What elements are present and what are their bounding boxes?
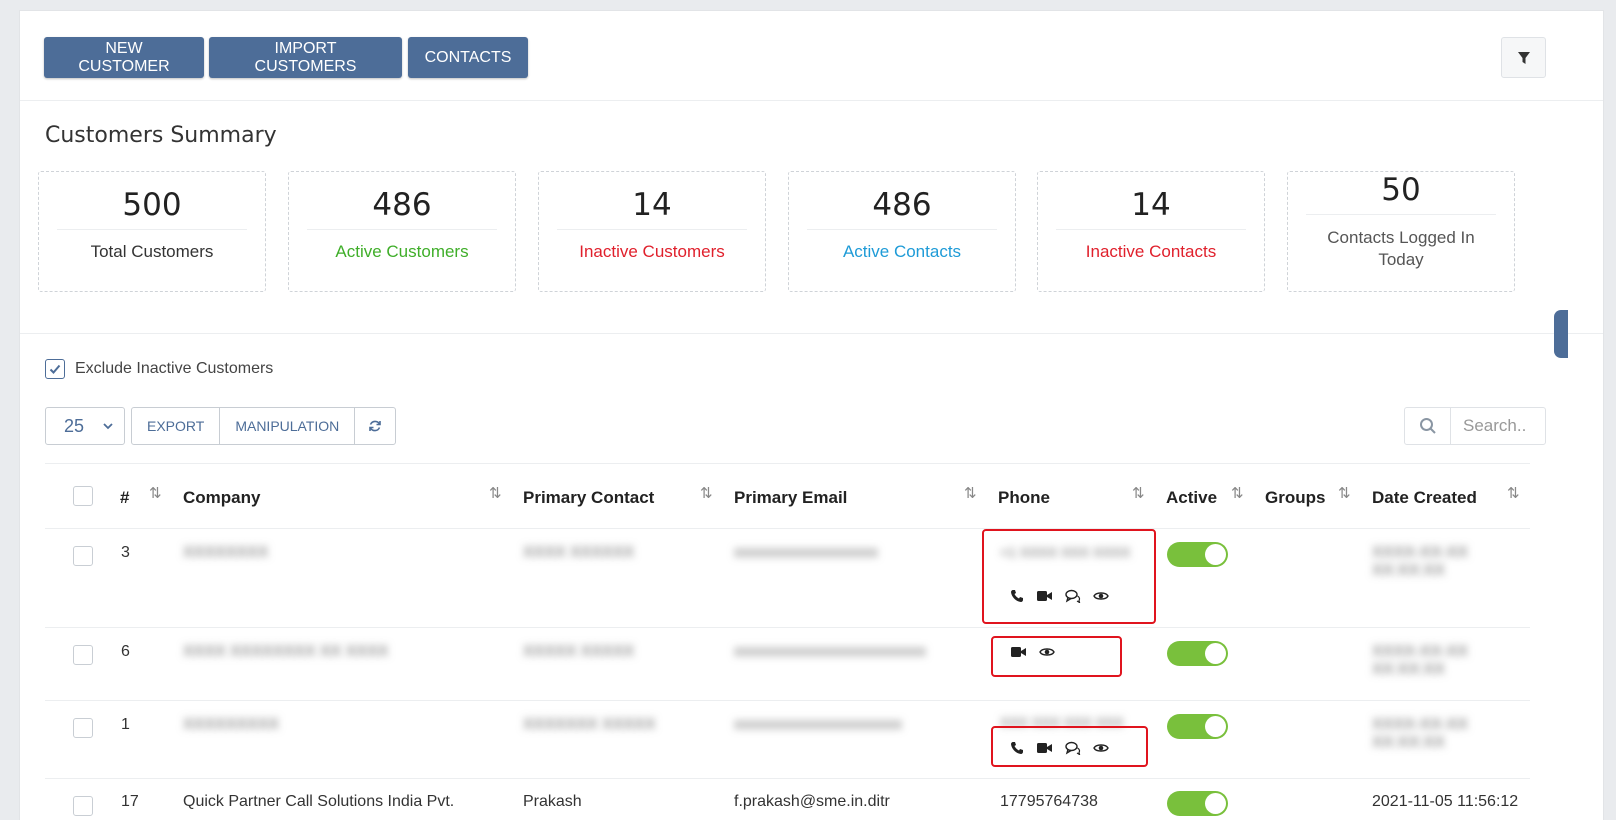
stat-value: 14 bbox=[1131, 187, 1171, 223]
column-header-groups[interactable]: Groups bbox=[1265, 488, 1325, 508]
side-panel-handle[interactable] bbox=[1554, 310, 1568, 358]
filter-icon bbox=[1517, 51, 1530, 64]
chevron-down-icon bbox=[103, 423, 113, 430]
refresh-button[interactable] bbox=[355, 408, 395, 444]
new-customer-button[interactable]: NEW CUSTOMER bbox=[44, 37, 204, 78]
search-input[interactable]: Search.. bbox=[1451, 408, 1545, 444]
filter-button[interactable] bbox=[1501, 37, 1546, 78]
primary-email[interactable]: xxxxxxxxxxxxxxxxxx bbox=[734, 544, 878, 562]
table-toolbar: 25 EXPORT MANIPULATION bbox=[45, 407, 397, 445]
row-number: 1 bbox=[121, 716, 130, 733]
customers-table: # ⇅ Company ⇅ Primary Contact ⇅ Primary … bbox=[45, 463, 1530, 820]
phone-number[interactable]: 17795764738 bbox=[1000, 793, 1098, 811]
stat-card-total-customers[interactable]: 500 Total Customers bbox=[38, 171, 266, 292]
date-created: XXXX-XX-XX XX:XX:XX bbox=[1372, 716, 1469, 751]
stat-label: Active Customers bbox=[335, 242, 469, 261]
highlight-box bbox=[991, 636, 1122, 677]
exclude-inactive-toggle[interactable]: Exclude Inactive Customers bbox=[45, 359, 273, 379]
sort-icon[interactable]: ⇅ bbox=[964, 484, 977, 502]
date-created: 2021-11-05 11:56:12 bbox=[1372, 793, 1519, 810]
stat-value: 500 bbox=[122, 187, 182, 223]
active-toggle[interactable] bbox=[1167, 641, 1228, 666]
stat-card-inactive-contacts[interactable]: 14 Inactive Contacts bbox=[1037, 171, 1265, 292]
table-row[interactable]: 1 XXXXXXXXX XXXXXXX XXXXX xxxxxxxxxxxxxx… bbox=[45, 701, 1530, 779]
checkmark-icon bbox=[49, 364, 61, 374]
manipulation-button[interactable]: MANIPULATION bbox=[220, 408, 356, 444]
active-toggle[interactable] bbox=[1167, 714, 1228, 739]
sort-icon[interactable]: ⇅ bbox=[1507, 484, 1520, 502]
primary-contact[interactable]: XXXX XXXXXX bbox=[523, 544, 634, 562]
table-header: # ⇅ Company ⇅ Primary Contact ⇅ Primary … bbox=[45, 463, 1530, 529]
exclude-inactive-label: Exclude Inactive Customers bbox=[75, 360, 274, 377]
primary-email[interactable]: xxxxxxxxxxxxxxxxxxxxxxxx bbox=[734, 643, 926, 661]
export-button[interactable]: EXPORT bbox=[132, 408, 221, 444]
table-row[interactable]: 17 Quick Partner Call Solutions India Pv… bbox=[45, 779, 1530, 820]
search-button[interactable] bbox=[1405, 408, 1451, 444]
date-created: XXXX-XX-XX XX:XX:XX bbox=[1372, 643, 1469, 678]
export-button-group: EXPORT MANIPULATION bbox=[131, 407, 397, 445]
highlight-box bbox=[991, 726, 1148, 767]
company-name[interactable]: XXXX XXXXXXXX XX XXXX bbox=[183, 643, 388, 661]
sort-icon[interactable]: ⇅ bbox=[149, 484, 162, 502]
select-all-checkbox[interactable] bbox=[73, 486, 93, 506]
table-row[interactable]: 6 XXXX XXXXXXXX XX XXXX XXXXX XXXXX xxxx… bbox=[45, 628, 1530, 701]
row-number: 17 bbox=[121, 793, 139, 810]
customers-panel: NEW CUSTOMER IMPORT CUSTOMERS CONTACTS C… bbox=[19, 10, 1604, 820]
sort-icon[interactable]: ⇅ bbox=[489, 484, 502, 502]
row-checkbox[interactable] bbox=[73, 718, 93, 738]
column-header-company[interactable]: Company bbox=[183, 488, 260, 508]
company-name[interactable]: XXXXXXXXX bbox=[183, 716, 279, 734]
column-header-phone[interactable]: Phone bbox=[998, 488, 1050, 508]
row-checkbox[interactable] bbox=[73, 645, 93, 665]
column-header-num[interactable]: # bbox=[120, 488, 129, 508]
primary-email[interactable]: f.prakash@sme.in.ditr bbox=[734, 793, 890, 811]
column-header-date-created[interactable]: Date Created bbox=[1372, 488, 1477, 508]
highlight-box bbox=[982, 529, 1156, 624]
active-toggle[interactable] bbox=[1167, 791, 1228, 816]
primary-email[interactable]: xxxxxxxxxxxxxxxxxxxxx bbox=[734, 716, 902, 734]
row-checkbox[interactable] bbox=[73, 796, 93, 816]
page-title: Customers Summary bbox=[45, 123, 277, 148]
column-header-primary-contact[interactable]: Primary Contact bbox=[523, 488, 654, 508]
search-icon bbox=[1419, 418, 1436, 434]
contacts-button[interactable]: CONTACTS bbox=[408, 37, 528, 78]
import-customers-button[interactable]: IMPORT CUSTOMERS bbox=[209, 37, 402, 78]
primary-contact[interactable]: Prakash bbox=[523, 793, 582, 811]
sort-icon[interactable]: ⇅ bbox=[700, 484, 713, 502]
stat-value: 486 bbox=[372, 187, 432, 223]
row-checkbox[interactable] bbox=[73, 546, 93, 566]
table-row[interactable]: 3 XXXXXXXX XXXX XXXXXX xxxxxxxxxxxxxxxxx… bbox=[45, 529, 1530, 628]
company-name[interactable]: Quick Partner Call Solutions India Pvt. bbox=[183, 793, 454, 811]
active-toggle[interactable] bbox=[1167, 542, 1228, 567]
primary-contact[interactable]: XXXXXXX XXXXX bbox=[523, 716, 656, 734]
company-name[interactable]: XXXXXXXX bbox=[183, 544, 268, 562]
row-number: 6 bbox=[121, 643, 130, 660]
date-created: XXXX-XX-XX XX:XX:XX bbox=[1372, 544, 1469, 579]
exclude-inactive-checkbox[interactable] bbox=[45, 359, 65, 379]
stat-value: 486 bbox=[872, 187, 932, 223]
top-action-bar: NEW CUSTOMER IMPORT CUSTOMERS CONTACTS bbox=[20, 11, 1603, 101]
column-header-active[interactable]: Active bbox=[1166, 488, 1217, 508]
stat-label: Inactive Contacts bbox=[1085, 242, 1217, 261]
stat-label: Active Contacts bbox=[842, 242, 962, 261]
stat-label: Total Customers bbox=[90, 242, 214, 261]
stat-value: 14 bbox=[632, 187, 672, 223]
column-header-primary-email[interactable]: Primary Email bbox=[734, 488, 847, 508]
stat-card-inactive-customers[interactable]: 14 Inactive Customers bbox=[538, 171, 766, 292]
primary-contact[interactable]: XXXXX XXXXX bbox=[523, 643, 634, 661]
stat-label: Contacts Logged In Today bbox=[1327, 228, 1475, 269]
stat-value: 50 bbox=[1381, 172, 1421, 208]
stat-label: Inactive Customers bbox=[579, 242, 725, 261]
stat-card-active-customers[interactable]: 486 Active Customers bbox=[288, 171, 516, 292]
row-number: 3 bbox=[121, 544, 130, 561]
stat-card-contacts-logged-in[interactable]: 50 Contacts Logged In Today bbox=[1287, 171, 1515, 292]
search-box[interactable]: Search.. bbox=[1404, 407, 1546, 445]
stat-card-active-contacts[interactable]: 486 Active Contacts bbox=[788, 171, 1016, 292]
refresh-icon bbox=[369, 420, 382, 432]
page-size-value: 25 bbox=[64, 415, 85, 436]
page-size-select[interactable]: 25 bbox=[45, 407, 125, 445]
sort-icon[interactable]: ⇅ bbox=[1132, 484, 1145, 502]
sort-icon[interactable]: ⇅ bbox=[1338, 484, 1351, 502]
sort-icon[interactable]: ⇅ bbox=[1231, 484, 1244, 502]
